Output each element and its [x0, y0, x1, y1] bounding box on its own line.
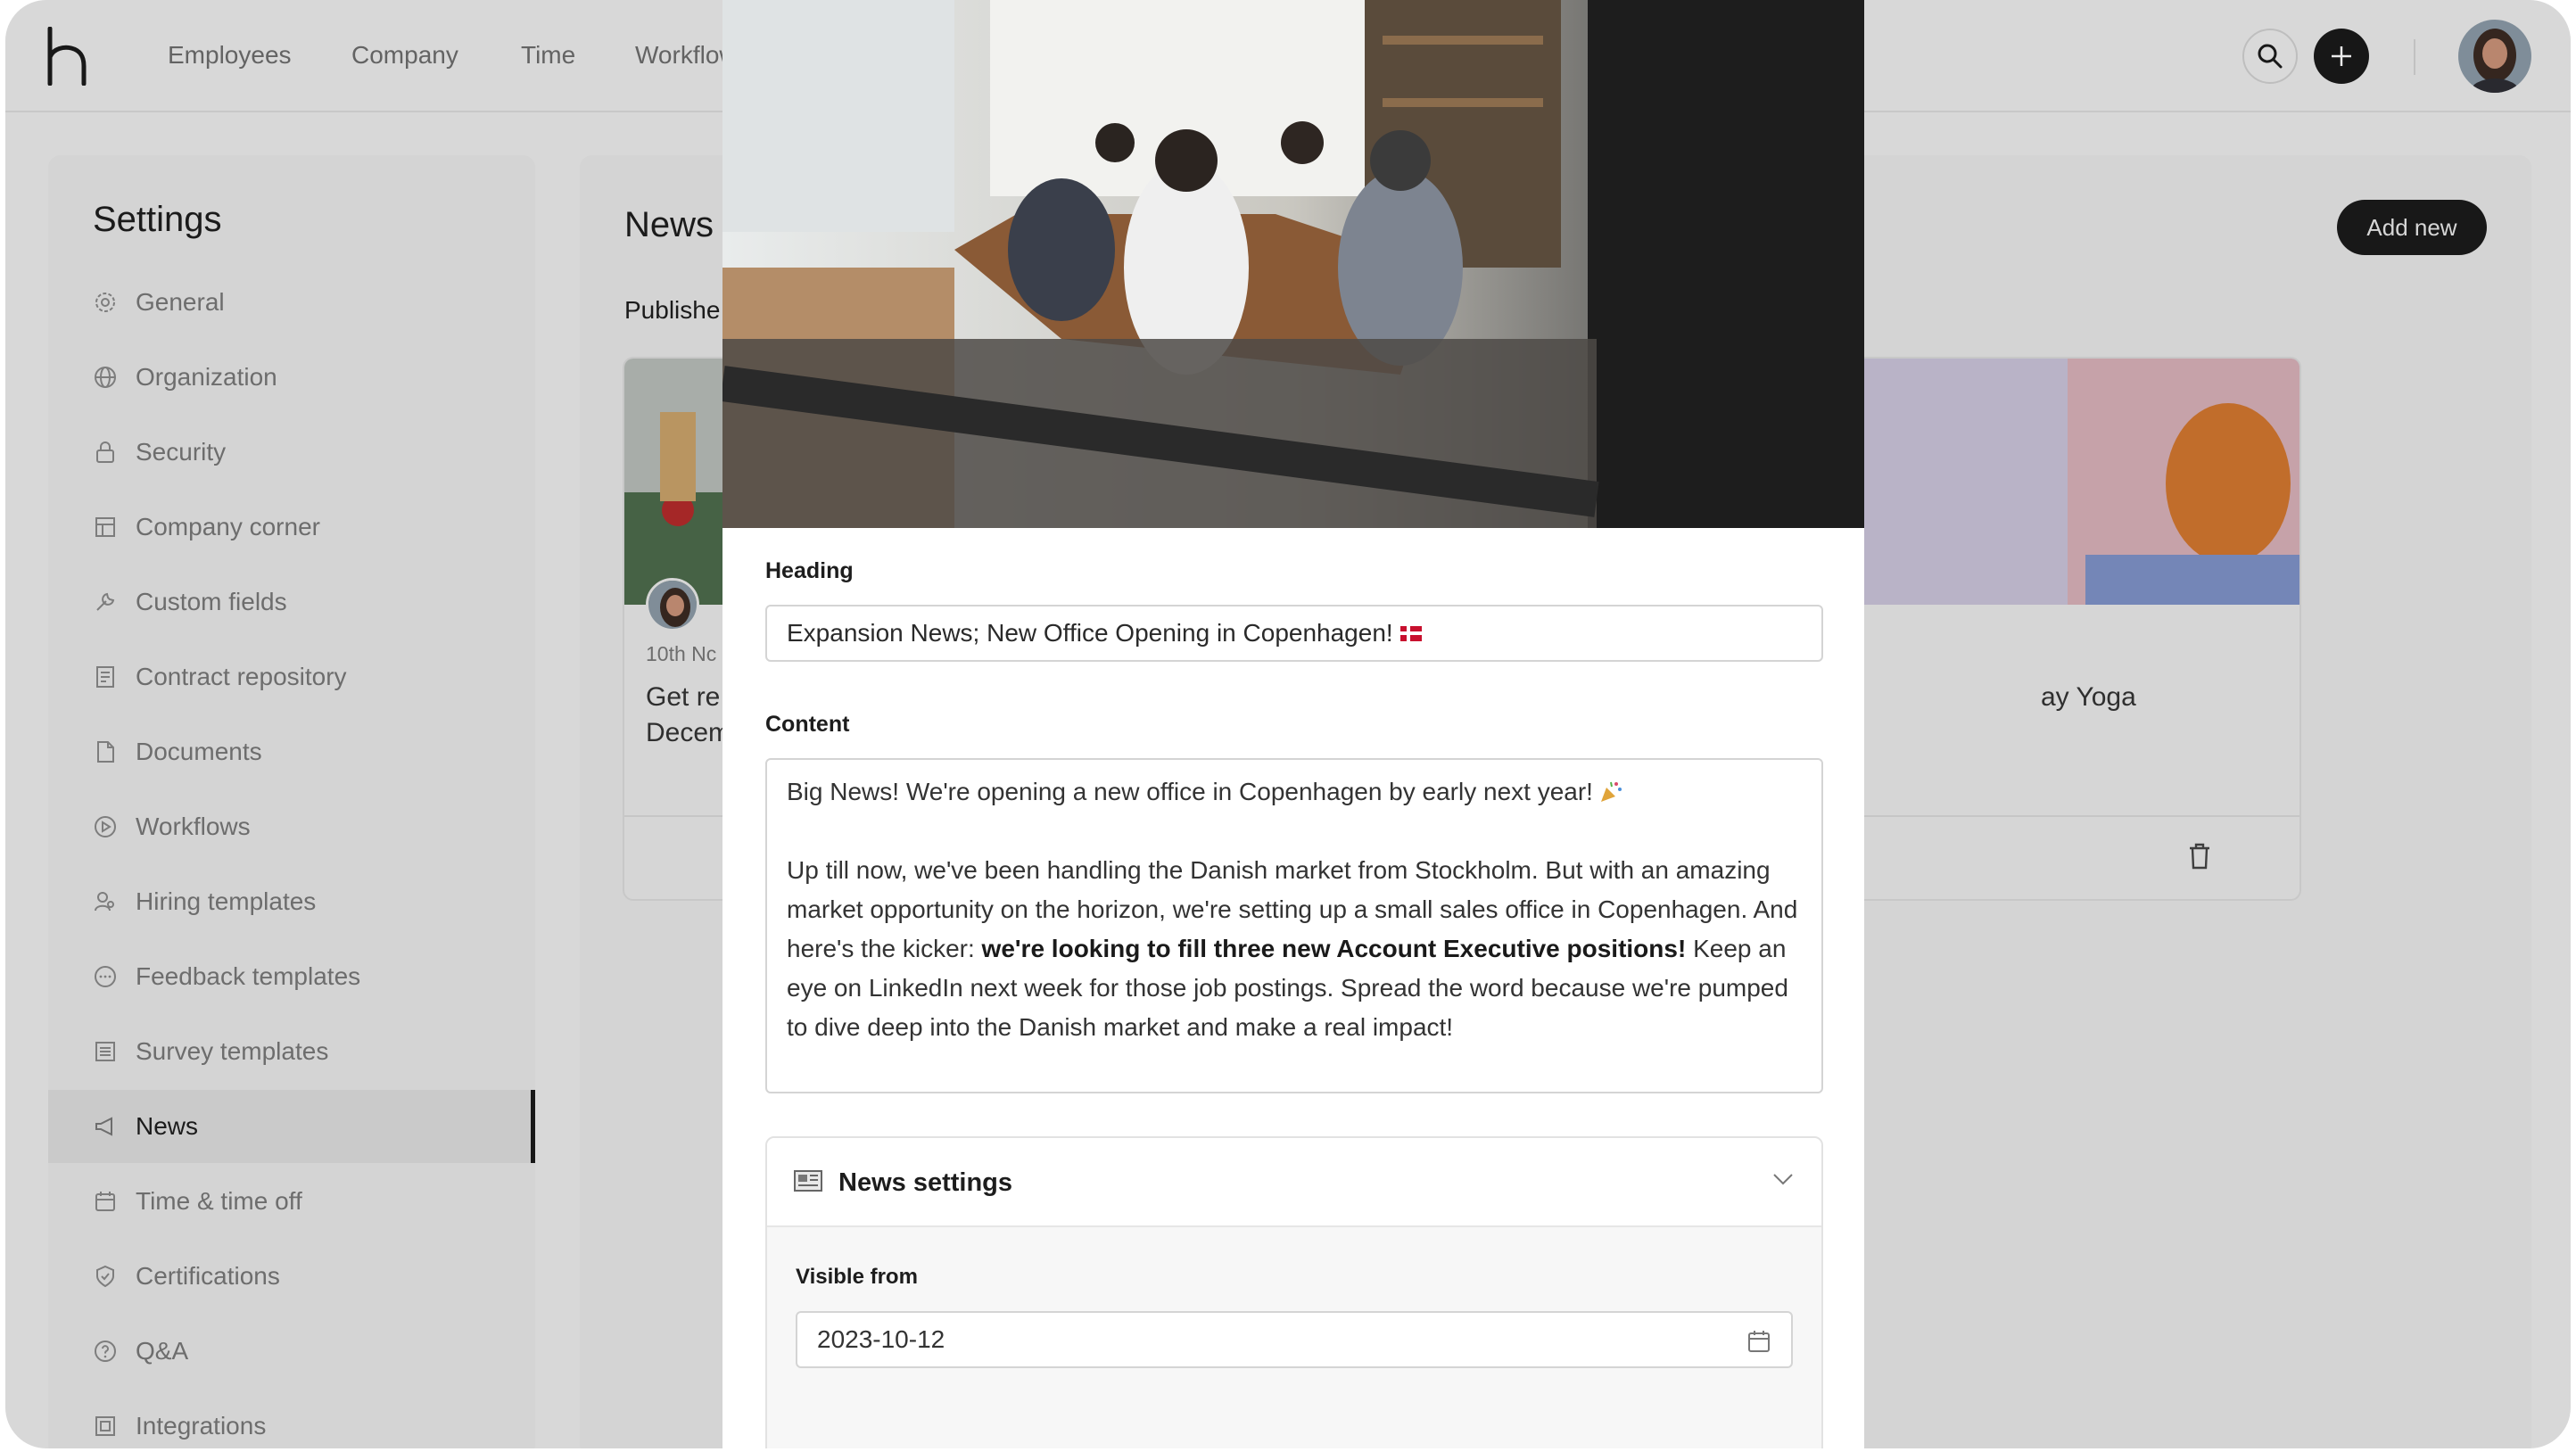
news-settings-header[interactable]: News settings	[767, 1138, 1821, 1227]
content-textarea[interactable]: Big News! We're opening a new office in …	[765, 758, 1823, 1093]
news-settings-section: News settings Visible from 2023-10-12	[765, 1136, 1823, 1448]
visible-from-date-input[interactable]: 2023-10-12	[796, 1311, 1793, 1368]
edit-news-modal: Heading Expansion News; New Office Openi…	[722, 0, 1864, 1448]
chevron-down-icon[interactable]	[1771, 1172, 1795, 1186]
cover-image[interactable]	[722, 0, 1864, 528]
party-popper-icon	[1600, 781, 1622, 802]
heading-label: Heading	[765, 558, 854, 583]
visible-from-label: Visible from	[796, 1265, 918, 1289]
news-settings-title: News settings	[838, 1168, 1012, 1197]
calendar-icon[interactable]	[1746, 1329, 1771, 1354]
content-label: Content	[765, 712, 850, 737]
newspaper-icon	[794, 1170, 822, 1192]
denmark-flag-icon	[1399, 625, 1422, 641]
app-window: Employees Company Time Workflows Setting…	[5, 0, 2571, 1448]
heading-input[interactable]: Expansion News; New Office Opening in Co…	[765, 605, 1823, 662]
